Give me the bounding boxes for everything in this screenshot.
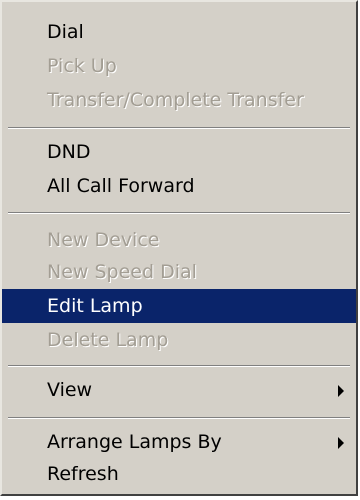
- menu-item-label: New Device: [47, 229, 160, 251]
- menu-item-label: DND: [47, 141, 91, 163]
- menu-item-pick-up[interactable]: Pick Up: [2, 49, 356, 83]
- context-menu: Dial Pick Up Transfer/Complete Transfer …: [0, 0, 358, 496]
- menu-item-dnd[interactable]: DND: [2, 135, 356, 169]
- menu-item-dial[interactable]: Dial: [2, 15, 356, 49]
- menu-item-new-speed-dial[interactable]: New Speed Dial: [2, 255, 356, 289]
- menu-item-view[interactable]: View: [2, 373, 356, 407]
- menu-item-label: Transfer/Complete Transfer: [47, 89, 304, 111]
- menu-separator: [8, 127, 350, 129]
- menu-item-all-call-forward[interactable]: All Call Forward: [2, 169, 356, 203]
- menu-item-label: View: [47, 379, 93, 401]
- menu-item-arrange-lamps-by[interactable]: Arrange Lamps By: [2, 425, 356, 459]
- chevron-right-icon: [338, 437, 344, 449]
- menu-item-label: Delete Lamp: [47, 329, 169, 351]
- chevron-right-icon: [338, 385, 344, 397]
- menu-item-refresh[interactable]: Refresh: [2, 457, 356, 491]
- menu-item-new-device[interactable]: New Device: [2, 223, 356, 257]
- menu-separator: [8, 212, 350, 214]
- menu-separator: [8, 365, 350, 367]
- menu-item-label: Pick Up: [47, 55, 117, 77]
- menu-item-label: Refresh: [47, 463, 119, 485]
- menu-item-label: Edit Lamp: [47, 295, 143, 317]
- menu-item-transfer[interactable]: Transfer/Complete Transfer: [2, 83, 356, 117]
- menu-item-label: New Speed Dial: [47, 261, 197, 283]
- menu-item-label: Arrange Lamps By: [47, 431, 222, 453]
- menu-item-delete-lamp[interactable]: Delete Lamp: [2, 323, 356, 357]
- menu-item-label: Dial: [47, 21, 84, 43]
- menu-item-edit-lamp[interactable]: Edit Lamp: [2, 289, 356, 323]
- menu-item-label: All Call Forward: [47, 175, 195, 197]
- menu-separator: [8, 417, 350, 419]
